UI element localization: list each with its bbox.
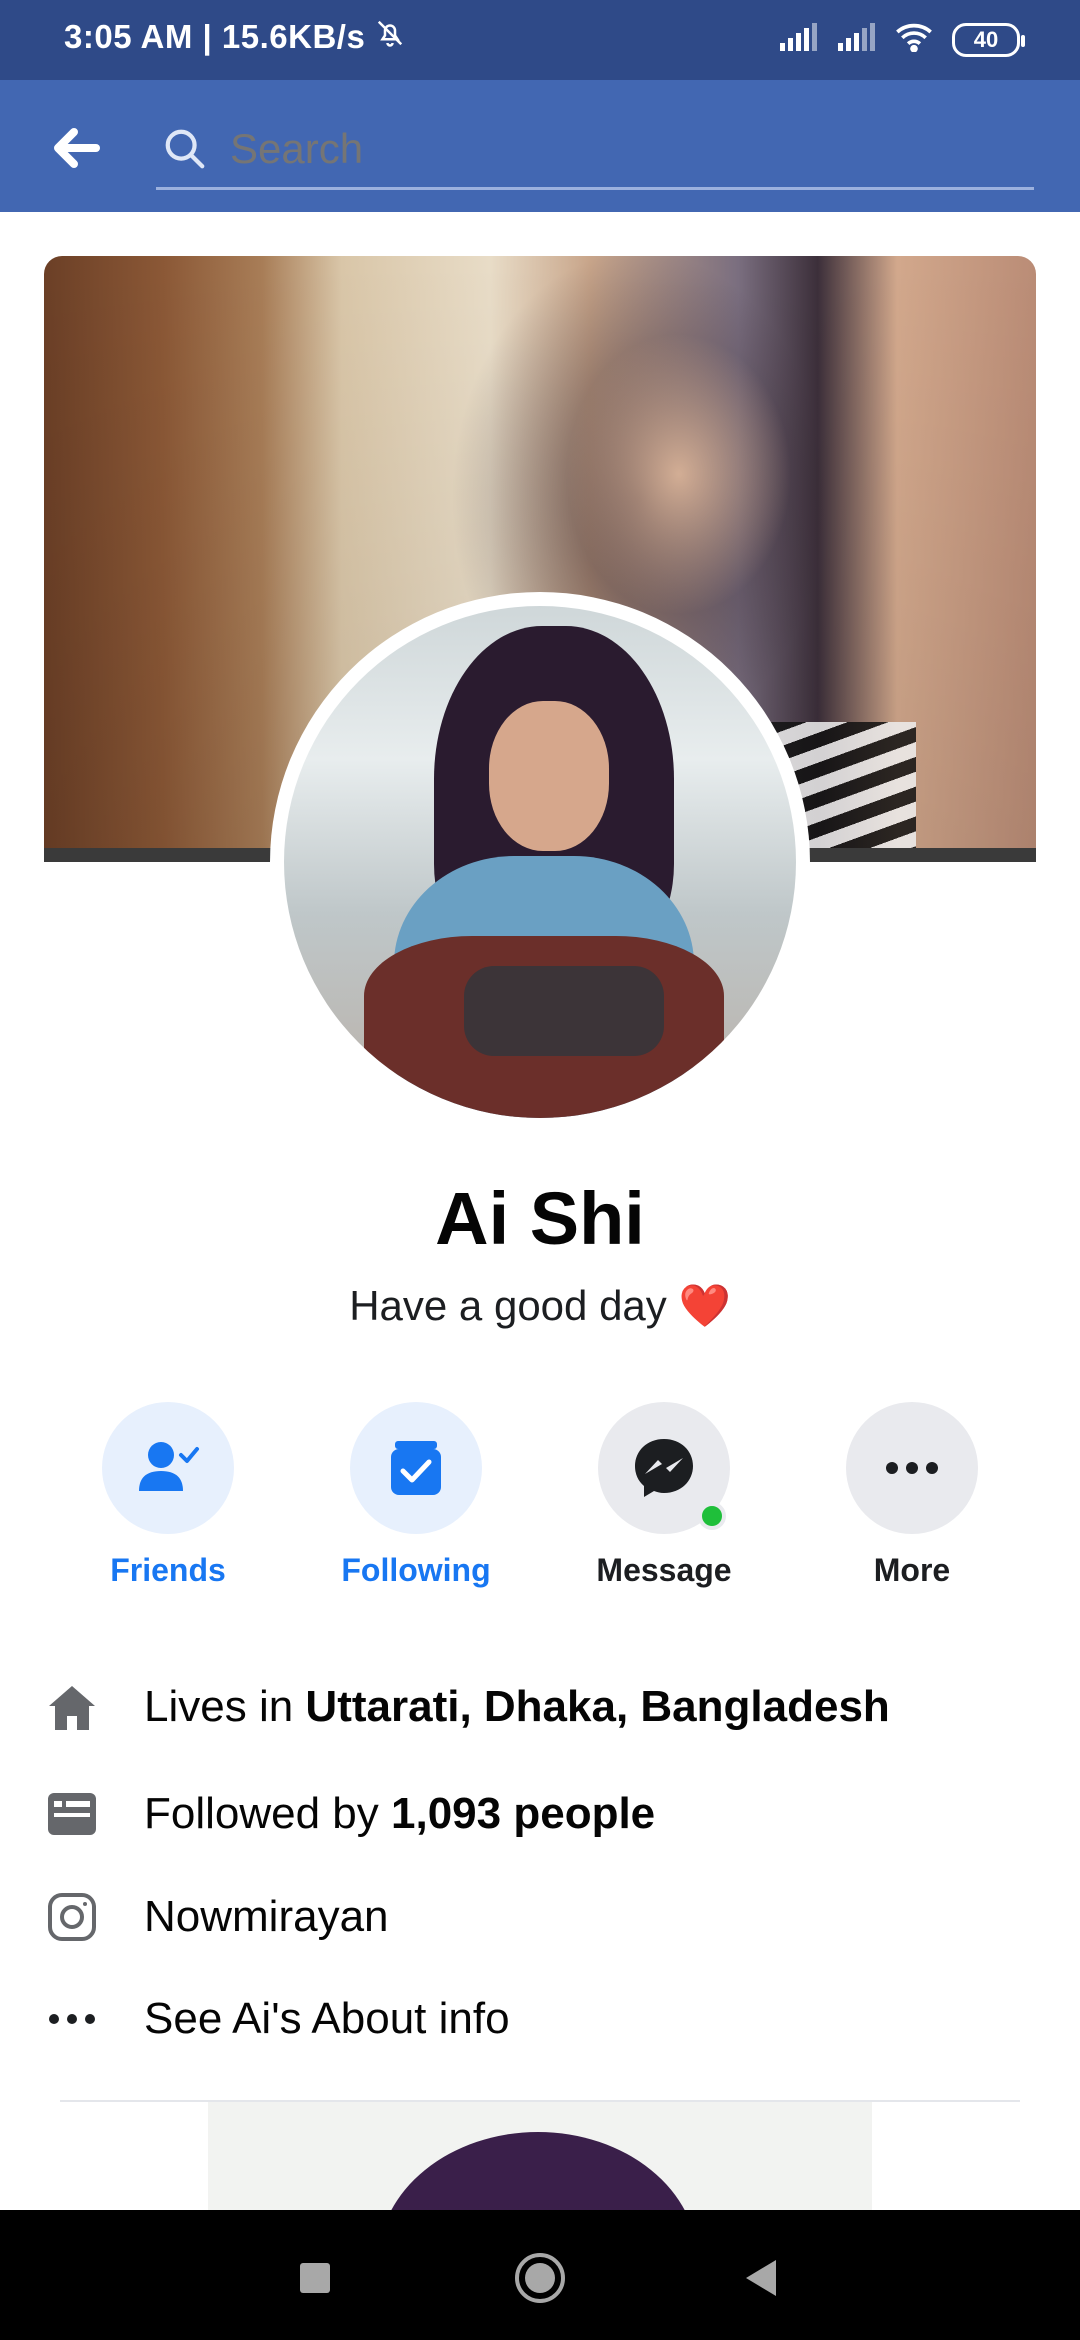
profile-picture[interactable] bbox=[270, 592, 810, 1132]
signal-icon-2 bbox=[836, 23, 876, 56]
recents-square-icon bbox=[300, 2263, 330, 2293]
message-button[interactable]: Message bbox=[564, 1402, 764, 1589]
friends-button[interactable]: Friends bbox=[68, 1402, 268, 1589]
search-box[interactable] bbox=[156, 110, 1034, 190]
lives-prefix: Lives in bbox=[144, 1682, 306, 1731]
profile-bio: Have a good day ❤️ bbox=[0, 1282, 1080, 1331]
friends-check-icon bbox=[139, 1442, 199, 1491]
messenger-icon bbox=[635, 1439, 693, 1497]
more-button[interactable]: More bbox=[812, 1402, 1012, 1589]
about-dots-icon bbox=[44, 1991, 100, 2047]
battery-indicator: 40 bbox=[952, 22, 1025, 57]
mute-bell-icon bbox=[375, 18, 405, 56]
home-button[interactable] bbox=[510, 2248, 570, 2308]
profile-actions: Friends Following Message More bbox=[0, 1402, 1080, 1602]
more-label: More bbox=[873, 1552, 951, 1588]
followers-feed-icon bbox=[44, 1786, 100, 1842]
friends-label: Friends bbox=[110, 1552, 226, 1588]
bio-text: Have a good day bbox=[349, 1282, 667, 1329]
app-bar bbox=[0, 80, 1080, 212]
following-button[interactable]: Following bbox=[316, 1402, 516, 1589]
system-nav-bar bbox=[0, 2210, 1080, 2340]
info-instagram[interactable]: Nowmirayan bbox=[44, 1882, 1044, 1952]
signal-icon bbox=[778, 23, 818, 56]
photo-preview[interactable] bbox=[208, 2102, 872, 2210]
status-left: 3:05 AM | 15.6KB/s bbox=[64, 18, 405, 56]
back-triangle-icon bbox=[746, 2260, 776, 2296]
info-about[interactable]: See Ai's About info bbox=[44, 1984, 1044, 2054]
following-check-icon bbox=[391, 1441, 441, 1495]
following-label: Following bbox=[341, 1552, 491, 1588]
wifi-icon bbox=[894, 22, 934, 57]
instagram-handle: Nowmirayan bbox=[144, 1892, 389, 1941]
more-dots-icon bbox=[886, 1462, 938, 1474]
status-right: 40 bbox=[778, 22, 1025, 57]
recents-button[interactable] bbox=[285, 2248, 345, 2308]
online-status-dot bbox=[698, 1502, 726, 1530]
message-label: Message bbox=[596, 1552, 732, 1588]
home-circle-icon bbox=[515, 2253, 565, 2303]
status-time-speed: 3:05 AM | 15.6KB/s bbox=[64, 18, 366, 55]
search-icon bbox=[165, 129, 205, 168]
battery-level: 40 bbox=[973, 26, 999, 52]
back-arrow-icon bbox=[54, 128, 100, 168]
back-nav-button[interactable] bbox=[730, 2248, 790, 2308]
about-link: See Ai's About info bbox=[144, 1994, 510, 2043]
search-input[interactable] bbox=[228, 123, 988, 174]
info-followed-by[interactable]: Followed by 1,093 people bbox=[44, 1779, 1044, 1849]
home-icon bbox=[44, 1679, 100, 1735]
followed-count: 1,093 people bbox=[391, 1789, 656, 1838]
heart-emoji: ❤️ bbox=[678, 1282, 731, 1329]
status-bar: 3:05 AM | 15.6KB/s 40 bbox=[0, 0, 1080, 80]
instagram-icon bbox=[44, 1889, 100, 1945]
followed-prefix: Followed by bbox=[144, 1789, 392, 1838]
back-button[interactable] bbox=[46, 118, 106, 178]
lives-location: Uttarati, Dhaka, Bangladesh bbox=[305, 1682, 890, 1731]
profile-name: Ai Shi bbox=[435, 1177, 645, 1260]
info-lives-in[interactable]: Lives in Uttarati, Dhaka, Bangladesh bbox=[44, 1672, 1044, 1742]
avatar bbox=[284, 606, 796, 1118]
